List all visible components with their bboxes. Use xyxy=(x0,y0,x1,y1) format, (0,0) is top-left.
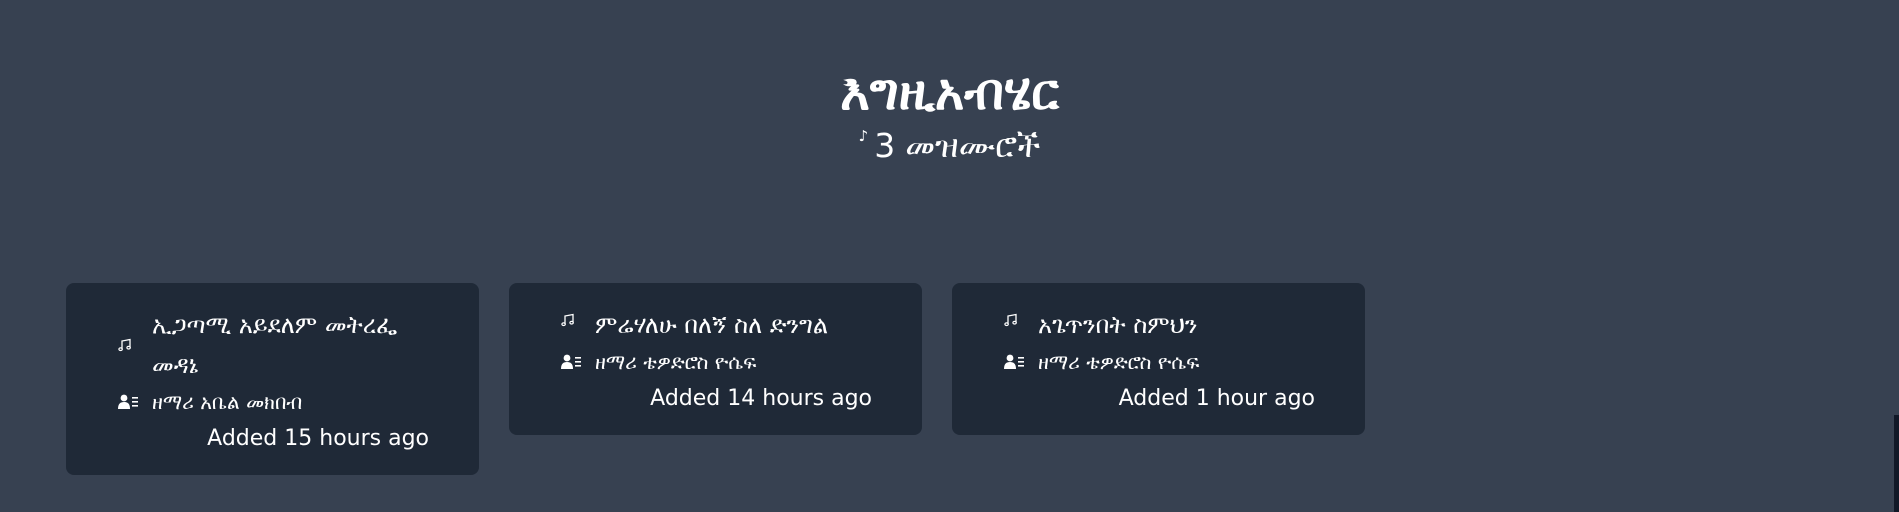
singer-name: ዘማሪ አቤል መክበብ xyxy=(152,390,303,414)
song-title[interactable]: ኢጋጣሚ አይደለም መትረፌ መዳኔ xyxy=(152,305,427,385)
singer-name: ዘማሪ ቴዎድሮስ ዮሴፍ xyxy=(1038,350,1200,374)
music-note-icon: ♪ xyxy=(858,127,869,145)
user-list-icon xyxy=(561,347,595,377)
music-notes-icon xyxy=(561,305,595,335)
added-time: Added 1 hour ago xyxy=(1118,386,1315,411)
song-title-row: አጌጥንበት ስምህን xyxy=(1004,305,1313,345)
singer-row: ዘማሪ አቤል መክበብ xyxy=(118,387,427,417)
scrollbar[interactable] xyxy=(1894,0,1899,512)
singer-row: ዘማሪ ቴዎድሮስ ዮሴፍ xyxy=(561,347,870,377)
added-time: Added 14 hours ago xyxy=(650,386,872,411)
song-card[interactable]: አጌጥንበት ስምህን ዘማሪ ቴዎድሮስ ዮሴፍ Added 1 hour a… xyxy=(952,283,1365,435)
song-count-label: መዝሙሮች xyxy=(905,126,1041,165)
song-count: ♪ 3 መዝሙሮች xyxy=(859,124,1041,168)
user-list-icon xyxy=(118,387,152,417)
page-title: እግዚአብሄር xyxy=(840,63,1059,121)
song-title[interactable]: ምሬሃለሁ በለኝ ስለ ድንግል xyxy=(595,305,870,345)
song-list: ኢጋጣሚ አይደለም መትረፌ መዳኔ ዘማሪ አቤል መክበብ Added 1… xyxy=(66,283,1365,475)
song-title-row: ኢጋጣሚ አይደለም መትረፌ መዳኔ xyxy=(118,305,427,385)
singer-name: ዘማሪ ቴዎድሮስ ዮሴፍ xyxy=(595,350,757,374)
singer-row: ዘማሪ ቴዎድሮስ ዮሴፍ xyxy=(1004,347,1313,377)
added-time: Added 15 hours ago xyxy=(207,426,429,451)
music-notes-icon xyxy=(118,305,152,385)
user-list-icon xyxy=(1004,347,1038,377)
song-card[interactable]: ምሬሃለሁ በለኝ ስለ ድንግል ዘማሪ ቴዎድሮስ ዮሴፍ Added 14… xyxy=(509,283,922,435)
song-count-number: 3 xyxy=(874,126,896,165)
song-card[interactable]: ኢጋጣሚ አይደለም መትረፌ መዳኔ ዘማሪ አቤል መክበብ Added 1… xyxy=(66,283,479,475)
song-title-row: ምሬሃለሁ በለኝ ስለ ድንግል xyxy=(561,305,870,345)
music-notes-icon xyxy=(1004,305,1038,335)
category-header: እግዚአብሄር ♪ 3 መዝሙሮች xyxy=(0,58,1899,168)
song-title[interactable]: አጌጥንበት ስምህን xyxy=(1038,305,1313,345)
scrollbar-thumb[interactable] xyxy=(1894,415,1899,512)
